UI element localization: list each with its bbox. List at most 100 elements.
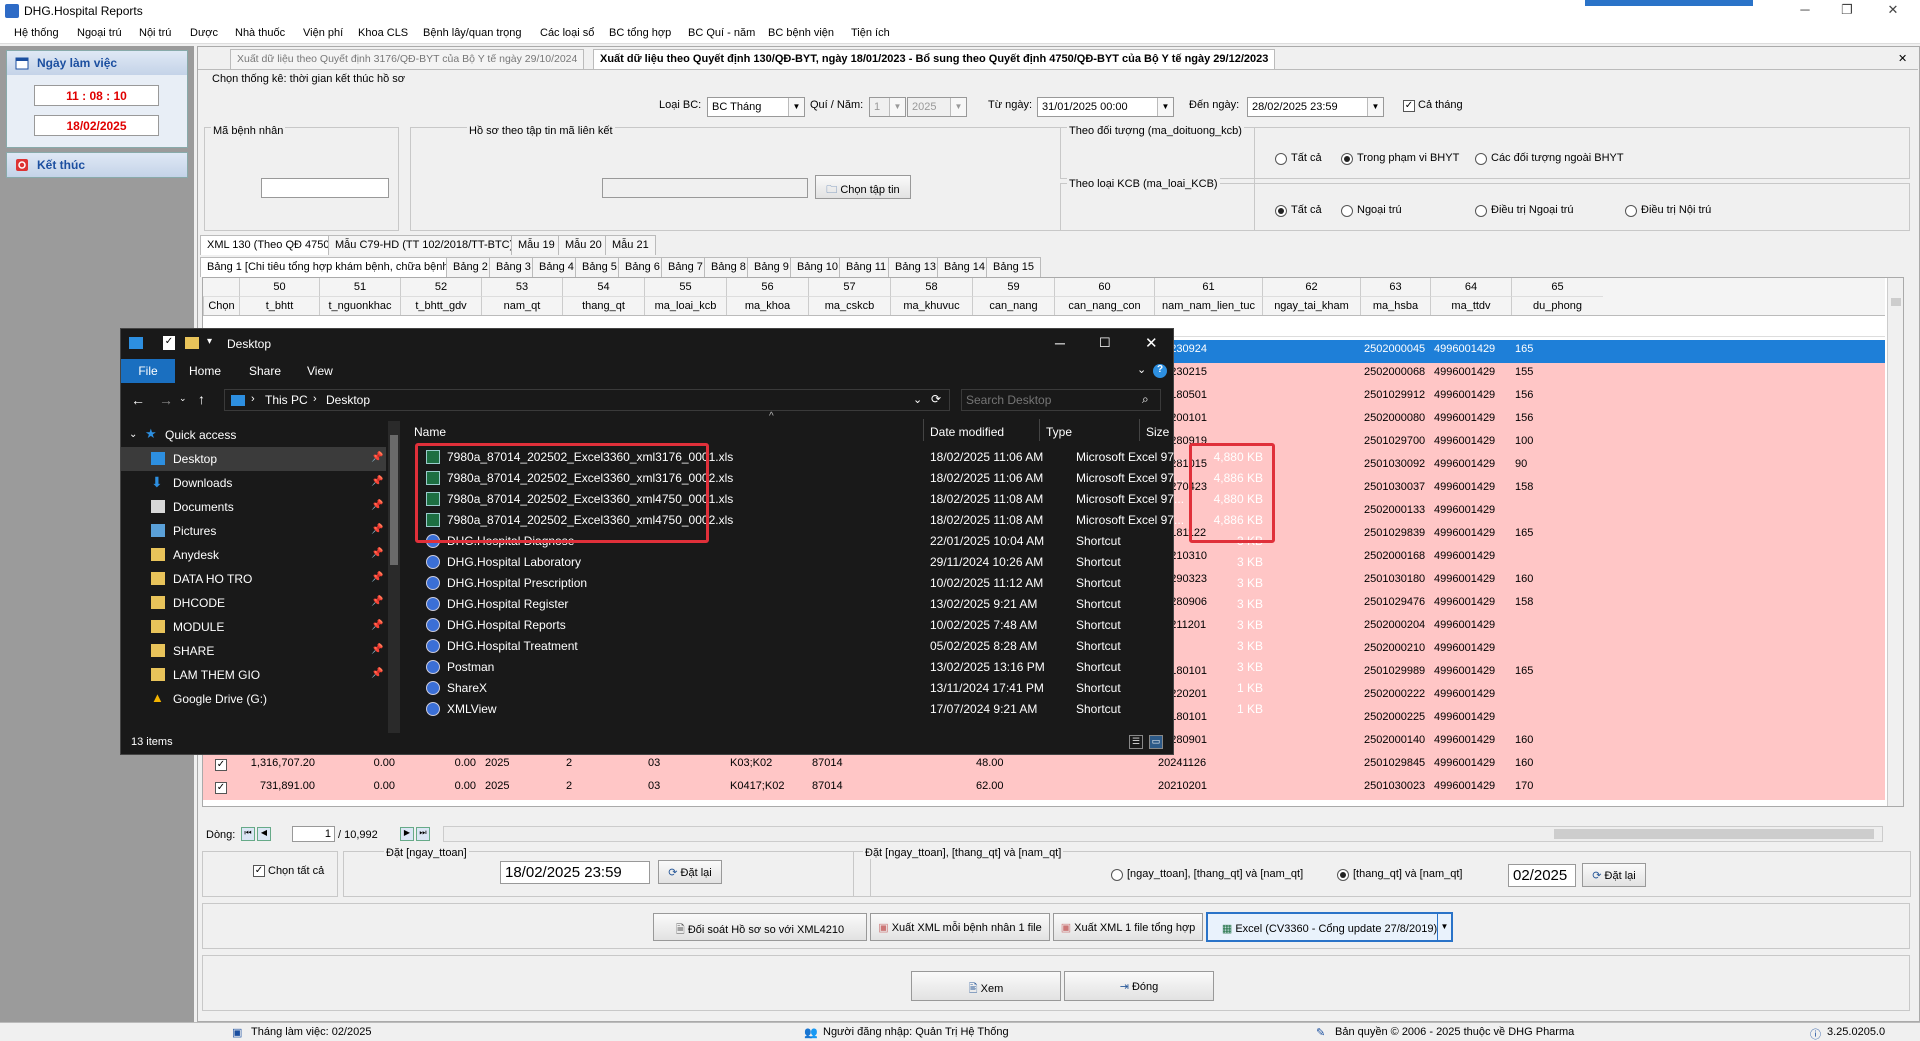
tab-bang-8[interactable]: Bảng 8 — [704, 257, 753, 277]
nav-quick-access[interactable]: ★ Quick access — [121, 423, 386, 447]
column-header[interactable]: nam_nam_lien_tuc — [1154, 296, 1262, 315]
xuat-1-file-button[interactable]: ▣ Xuất XML 1 file tổng hợp — [1053, 913, 1203, 941]
excel-export-button[interactable]: ▦ Excel (CV3360 - Cổng update 27/8/2019)… — [1206, 912, 1453, 942]
menu-vien-phi[interactable]: Viện phí — [303, 27, 343, 39]
doi-tuong-radio-bhyt[interactable] — [1341, 153, 1353, 165]
first-page-icon[interactable]: ⏮ — [241, 827, 255, 841]
explorer-minimize-button[interactable]: ─ — [1055, 335, 1065, 351]
file-row[interactable]: DHG.Hospital Treatment 05/02/2025 8:28 AM… — [416, 636, 1263, 657]
menu-bc-qui-nam[interactable]: BC Quí - năm — [688, 27, 755, 39]
tab-mau-20[interactable]: Mẫu 20 — [558, 235, 609, 255]
file-row[interactable]: DHG.Hospital Reports 10/02/2025 7:48 AM Sh… — [416, 615, 1263, 636]
column-header[interactable]: ma_hsba — [1360, 296, 1430, 315]
tab-bang-9[interactable]: Bảng 9 — [747, 257, 796, 277]
tab-bang-6[interactable]: Bảng 6 — [618, 257, 667, 277]
large-icons-view-icon[interactable]: ▭ — [1149, 735, 1163, 749]
scroll-thumb[interactable] — [1554, 829, 1874, 839]
up-icon[interactable]: ↑ — [198, 391, 205, 407]
loai-kcb-radio-all[interactable] — [1275, 205, 1287, 217]
tab-xml-130[interactable]: XML 130 (Theo QĐ 4750) — [200, 235, 341, 255]
dat-ngay-input[interactable]: 18/02/2025 23:59 — [500, 861, 650, 884]
column-name[interactable]: Name — [414, 425, 446, 439]
xem-button[interactable]: 🖹 Xem — [911, 971, 1061, 1001]
menu-he-thong[interactable]: Hệ thống — [14, 27, 59, 39]
tab-mau-21[interactable]: Mẫu 21 — [605, 235, 656, 255]
menu-nha-thuoc[interactable]: Nhà thuốc — [235, 27, 285, 39]
column-header[interactable]: ma_loai_kcb — [644, 296, 726, 315]
loai-kcb-radio-ngoai[interactable] — [1341, 205, 1353, 217]
quy-select[interactable]: 1 ▼ — [869, 97, 906, 117]
thang-nam-input[interactable]: 02/2025 — [1508, 864, 1576, 887]
close-button[interactable]: ✕ — [1882, 2, 1904, 20]
file-row[interactable]: ShareX 13/11/2024 17:41 PM Shortcut 1 KB — [416, 678, 1263, 699]
horizontal-scrollbar[interactable] — [443, 826, 1883, 842]
column-header[interactable]: ma_khoa — [726, 296, 808, 315]
tab-bang-11[interactable]: Bảng 11 — [839, 257, 894, 277]
row-select-checkbox[interactable]: ✓ — [215, 759, 227, 771]
help-icon[interactable]: ? — [1153, 364, 1167, 378]
menu-bc-tong-hop[interactable]: BC tổng hợp — [609, 27, 671, 39]
ca-thang-checkbox[interactable]: ✓ — [1403, 100, 1415, 112]
column-type[interactable]: Type — [1046, 425, 1072, 439]
doi-tuong-radio-ngoai[interactable] — [1475, 153, 1487, 165]
menu-benh-lay[interactable]: Bệnh lây/quan trọng — [423, 27, 521, 39]
ma-benh-nhan-input[interactable] — [261, 178, 389, 198]
loai-kcb-radio-dt-ngoai[interactable] — [1475, 205, 1487, 217]
last-page-icon[interactable]: ⏭ — [416, 827, 430, 841]
menu-bc-benh-vien[interactable]: BC bệnh viện — [768, 27, 834, 39]
dat-lai-ngay-button[interactable]: ⟳ Đặt lại — [658, 860, 722, 884]
doi-soat-button[interactable]: 🗎 Đối soát Hồ sơ so với XML4210 — [653, 913, 867, 941]
column-header[interactable]: Chọn — [203, 296, 239, 315]
recent-chevron-icon[interactable]: ⌄ — [179, 393, 187, 404]
column-size[interactable]: Size — [1146, 425, 1169, 439]
vertical-scrollbar[interactable] — [1887, 278, 1903, 806]
address-bar[interactable]: › This PC › Desktop ⌄ ⟳ — [224, 389, 950, 411]
explorer-window[interactable]: ✓ ▾ Desktop ─ ☐ ✕ File Home Share View ⌄… — [120, 328, 1275, 755]
menu-duoc[interactable]: Dược — [190, 27, 218, 39]
tab-bang-13[interactable]: Bảng 13 — [888, 257, 943, 277]
file-row[interactable]: DHG.Hospital Register 13/02/2025 9:21 AM S… — [416, 594, 1263, 615]
ribbon-home-tab[interactable]: Home — [189, 364, 221, 378]
column-header[interactable]: ma_ttdv — [1430, 296, 1511, 315]
maximize-button[interactable]: ❐ — [1836, 2, 1858, 20]
ribbon-view-tab[interactable]: View — [307, 364, 333, 378]
file-row[interactable]: DHG.Hospital Prescription 10/02/2025 11:1… — [416, 573, 1263, 594]
column-header[interactable]: t_bhtt_gdv — [400, 296, 481, 315]
ho-so-file-input[interactable] — [602, 178, 808, 198]
tab-bang-4[interactable]: Bảng 4 — [532, 257, 581, 277]
close-tab-icon[interactable]: ✕ — [1898, 52, 1907, 65]
search-input[interactable] — [966, 392, 1136, 408]
den-ngay-input[interactable]: 28/02/2025 23:59 ▼ — [1247, 97, 1384, 117]
tab-bang-15[interactable]: Bảng 15 — [986, 257, 1041, 277]
refresh-icon[interactable]: ⟳ — [931, 392, 941, 406]
page-input[interactable]: 1 — [292, 826, 335, 842]
loai-kcb-radio-dt-noi[interactable] — [1625, 205, 1637, 217]
tab-bang-14[interactable]: Bảng 14 — [937, 257, 992, 277]
opt-ngay-thang-nam-radio[interactable] — [1111, 869, 1123, 881]
loai-bc-select[interactable]: BC Tháng ▼ — [707, 97, 805, 117]
column-header[interactable]: t_nguonkhac — [319, 296, 400, 315]
tab-mau-19[interactable]: Mẫu 19 — [511, 235, 562, 255]
tab-bang-5[interactable]: Bảng 5 — [575, 257, 624, 277]
next-page-icon[interactable]: ▶ — [400, 827, 414, 841]
nam-select[interactable]: 2025 ▼ — [907, 97, 967, 117]
menu-noi-tru[interactable]: Nội trú — [139, 27, 171, 39]
minimize-button[interactable]: ─ — [1794, 2, 1816, 20]
column-header[interactable]: ma_khuvuc — [890, 296, 972, 315]
tab-bang-10[interactable]: Bảng 10 — [790, 257, 845, 277]
scroll-thumb[interactable] — [1891, 298, 1901, 306]
menu-ngoai-tru[interactable]: Ngoại trú — [77, 27, 122, 39]
column-header[interactable]: du_phong — [1511, 296, 1603, 315]
menu-cac-loai-so[interactable]: Các loại sổ — [540, 27, 594, 39]
tab-mau-c79[interactable]: Mẫu C79-HD (TT 102/2018/TT-BTC) — [328, 235, 521, 255]
tab-qd-130[interactable]: Xuất dữ liệu theo Quyết định 130/QĐ-BYT,… — [593, 49, 1276, 69]
tab-bang-3[interactable]: Bảng 3 — [489, 257, 538, 277]
column-header[interactable]: can_nang — [972, 296, 1054, 315]
chevron-down-icon[interactable]: ▼ — [1437, 914, 1451, 940]
breadcrumb-this-pc[interactable]: This PC — [265, 393, 308, 407]
ribbon-file-tab[interactable]: File — [121, 359, 175, 383]
tab-qd-3176[interactable]: Xuất dữ liệu theo Quyết định 3176/QĐ-BYT… — [230, 49, 585, 69]
dong-button[interactable]: ⇥ Đóng — [1064, 971, 1214, 1001]
menu-khoa-cls[interactable]: Khoa CLS — [358, 27, 408, 39]
ribbon-expand-icon[interactable]: ⌄ — [1137, 363, 1146, 376]
